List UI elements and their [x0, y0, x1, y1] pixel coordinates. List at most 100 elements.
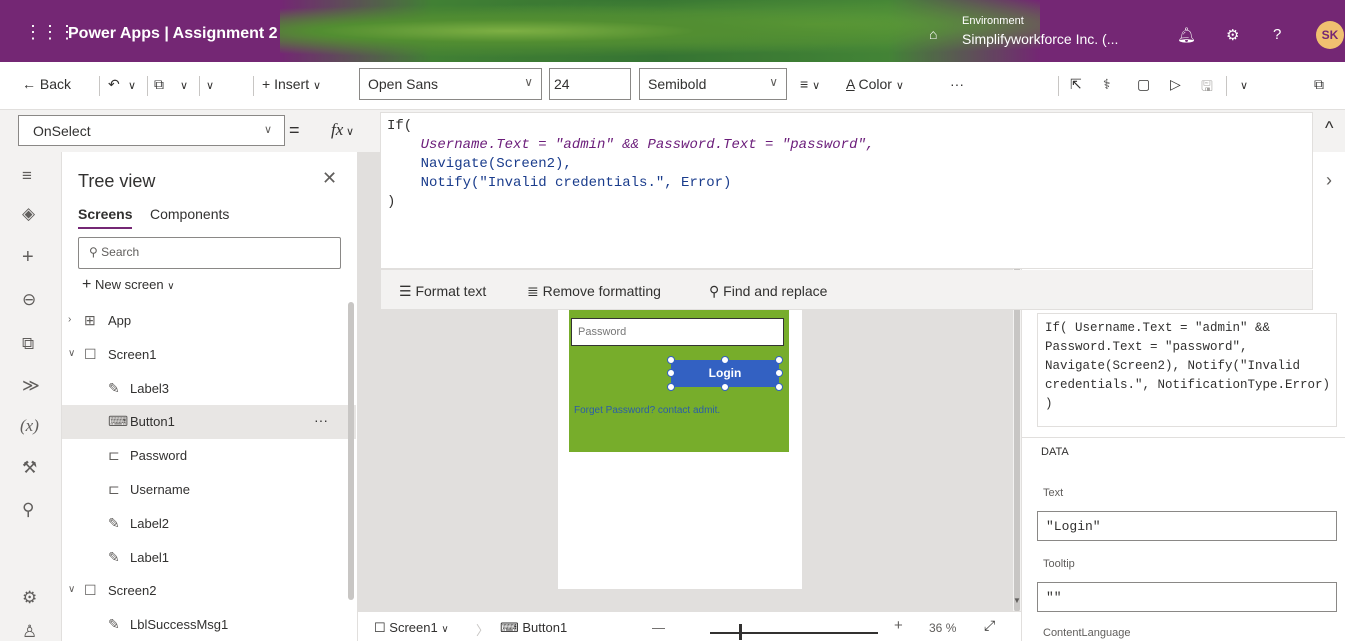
resize-handle[interactable] — [721, 383, 729, 391]
tree-item-label: Username — [130, 482, 190, 497]
settings-icon[interactable]: ⚙ — [22, 588, 37, 608]
environment-selector[interactable]: Simplifyworkforce Inc. (... — [962, 31, 1118, 47]
resize-handle[interactable] — [775, 369, 783, 377]
formula-code[interactable]: If( Username.Text = "admin" && Password.… — [387, 117, 874, 212]
title-bar: ⋮⋮⋮ Power Apps | Assignment 2 ⌂ Environm… — [0, 0, 1345, 62]
bell-icon[interactable]: 🔔︎ — [1177, 26, 1196, 44]
password-placeholder: Password — [578, 326, 627, 338]
variables-icon[interactable]: (x) — [20, 416, 39, 436]
fx-icon[interactable]: fx ∨ — [331, 120, 354, 140]
zoom-in-button[interactable]: + — [894, 617, 903, 634]
resize-handle[interactable] — [721, 356, 729, 364]
tree-item-app[interactable]: › ⊞ App — [62, 304, 356, 338]
toolbar-divider — [199, 76, 200, 96]
resize-handle[interactable] — [775, 356, 783, 364]
formula-editor[interactable]: If( Username.Text = "admin" && Password.… — [380, 112, 1313, 269]
new-screen-button[interactable]: + New screen ∨ — [82, 276, 175, 294]
align-icon[interactable]: ≡ ∨ — [800, 76, 820, 92]
zoom-slider-thumb[interactable] — [739, 624, 742, 640]
property-select[interactable]: OnSelect ∨ — [18, 115, 285, 146]
color-button[interactable]: A Color ∨ — [846, 76, 904, 92]
resize-handle[interactable] — [667, 383, 675, 391]
hamburger-icon[interactable]: ≡ — [22, 166, 32, 186]
remove-formatting-button[interactable]: ≣ Remove formatting — [527, 283, 661, 300]
tree-item-label2[interactable]: ✎ Label2 — [62, 507, 356, 541]
environment-icon[interactable]: ⌂ — [929, 26, 937, 42]
app-checker-icon[interactable]: ⚕ — [1103, 76, 1111, 93]
share-icon[interactable]: ⇱ — [1070, 76, 1082, 93]
tooltip-property-input[interactable]: "" — [1037, 582, 1337, 612]
chevron-right-icon[interactable]: › — [68, 314, 71, 325]
tree-scrollbar[interactable] — [348, 302, 354, 600]
tree-view-icon[interactable]: ◈ — [22, 204, 35, 224]
insert-icon[interactable]: + — [22, 246, 34, 269]
chevron-down-icon[interactable]: ∨ — [68, 348, 75, 359]
formula-line: Navigate(Screen2), — [387, 156, 572, 172]
paste-icon[interactable]: ⧉ — [154, 76, 164, 93]
tab-components[interactable]: Components — [150, 206, 229, 222]
collapse-formula-bar-icon[interactable]: ^ — [1325, 118, 1333, 139]
scroll-down-icon[interactable]: ▼ — [1013, 596, 1021, 605]
undo-icon[interactable]: ↶ — [108, 76, 120, 93]
tree-item-password[interactable]: ⊏ Password — [62, 439, 356, 473]
font-family-select[interactable]: Open Sans ∨ — [359, 68, 542, 100]
save-icon[interactable]: 🖫︎ — [1201, 76, 1213, 100]
tree-item-label3[interactable]: ✎ Label3 — [62, 372, 356, 406]
tab-screens[interactable]: Screens — [78, 206, 133, 229]
tree-item-screen2[interactable]: ∨ ☐ Screen2 — [62, 574, 356, 608]
preview-play-icon[interactable]: ▷ — [1170, 76, 1181, 93]
advanced-tools-icon[interactable]: ⚒ — [22, 458, 37, 478]
more-options-button[interactable]: ··· — [314, 412, 328, 428]
chevron-down-icon[interactable]: ∨ — [206, 79, 214, 92]
back-button[interactable]: ← Back — [22, 76, 71, 92]
font-size-input[interactable]: 24 — [549, 68, 631, 100]
password-input[interactable]: Password — [571, 318, 784, 346]
tree-item-screen1[interactable]: ∨ ☐ Screen1 — [62, 338, 356, 372]
property-value: OnSelect — [33, 123, 91, 139]
tree-item-lblsuccessmsg1[interactable]: ✎ LblSuccessMsg1 — [62, 608, 356, 641]
text-property-input[interactable]: "Login" — [1037, 511, 1337, 541]
screen-breadcrumb[interactable]: ☐ Screen1 ∨ — [374, 620, 449, 636]
avatar[interactable]: SK — [1316, 21, 1344, 49]
textinput-icon: ⊏ — [108, 447, 120, 463]
fit-to-window-icon[interactable]: ⤢ — [984, 617, 995, 634]
virtual-agent-icon[interactable]: ♙ — [22, 622, 37, 641]
tree-item-username[interactable]: ⊏ Username — [62, 473, 356, 507]
tree-item-label1[interactable]: ✎ Label1 — [62, 541, 356, 575]
publish-icon[interactable]: ⧉ — [1314, 76, 1324, 93]
tree-item-button1[interactable]: ⌨ Button1 ··· — [62, 405, 356, 439]
paste-dropdown-icon[interactable]: ∨ — [180, 79, 188, 92]
close-icon[interactable]: ✕ — [322, 168, 337, 189]
format-text-button[interactable]: ☰ Format text — [399, 283, 486, 300]
insert-button[interactable]: + Insert ∨ — [262, 76, 321, 92]
find-replace-button[interactable]: ⚲ Find and replace — [709, 283, 827, 300]
zoom-slider[interactable] — [710, 632, 878, 634]
save-dropdown-icon[interactable]: ∨ — [1240, 79, 1248, 92]
comments-icon[interactable]: ▢ — [1137, 76, 1150, 93]
onselect-formula-preview[interactable]: If( Username.Text = "admin" && Password.… — [1037, 313, 1337, 427]
tree-search-input[interactable]: ⚲ Search — [78, 237, 341, 269]
title-bar-decoration — [280, 0, 1040, 62]
gear-icon[interactable]: ⚙ — [1226, 26, 1239, 44]
font-weight-select[interactable]: Semibold ∨ — [639, 68, 787, 100]
tree-item-label: Screen1 — [108, 347, 157, 362]
resize-handle[interactable] — [667, 356, 675, 364]
data-icon[interactable]: ⊖ — [22, 290, 36, 310]
media-icon[interactable]: ⧉ — [22, 334, 34, 354]
resize-handle[interactable] — [667, 369, 675, 377]
font-weight-value: Semibold — [648, 76, 707, 92]
button-icon: ⌨ — [500, 620, 519, 635]
control-breadcrumb[interactable]: ⌨ Button1 — [500, 620, 567, 636]
power-automate-icon[interactable]: ≫ — [22, 376, 40, 396]
undo-dropdown-icon[interactable]: ∨ — [128, 79, 136, 92]
formula-line: If( — [387, 118, 413, 134]
help-icon[interactable]: ? — [1273, 26, 1281, 43]
chevron-down-icon[interactable]: ∨ — [68, 584, 75, 595]
search-icon[interactable]: ⚲ — [22, 500, 34, 520]
app-title: Power Apps | Assignment 2 — [68, 25, 278, 42]
forget-password-label[interactable]: Forget Password? contact admit. — [574, 405, 720, 416]
more-commands-button[interactable]: ··· — [950, 76, 964, 92]
resize-handle[interactable] — [775, 383, 783, 391]
chevron-right-icon[interactable]: › — [1326, 170, 1332, 191]
zoom-out-button[interactable]: — — [652, 620, 665, 635]
